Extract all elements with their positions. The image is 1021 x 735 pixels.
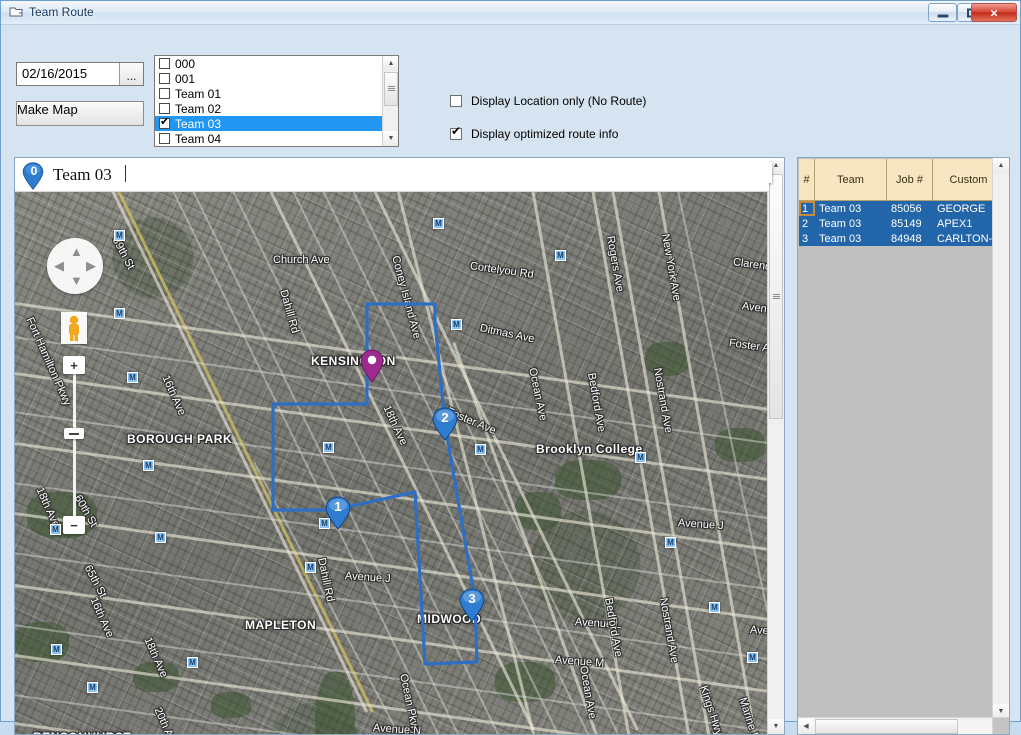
team-checkbox[interactable]	[159, 116, 170, 129]
team-checkbox[interactable]	[159, 73, 170, 84]
team-list-item-label: Team 04	[175, 131, 222, 146]
origin-marker[interactable]	[359, 349, 385, 383]
close-icon: ×	[990, 5, 998, 20]
checkbox-box	[450, 125, 462, 140]
pan-left-icon[interactable]: ◀	[54, 259, 64, 272]
grid-column-header[interactable]: Job #	[887, 159, 933, 201]
map-scroll-down-icon[interactable]: ▼	[768, 719, 784, 734]
map-header: 0 Team 03	[15, 158, 769, 192]
route-overlay	[271, 302, 479, 666]
team-list-item[interactable]: Team 02	[155, 101, 398, 116]
map-panel-scrollbar[interactable]: ▲ ▼	[767, 158, 784, 734]
zoom-out-button[interactable]: −	[63, 516, 85, 534]
date-input[interactable]: 02/16/2015	[17, 63, 119, 85]
team-checkbox[interactable]	[159, 58, 170, 69]
slider-grip	[69, 432, 79, 435]
window-document-icon	[9, 7, 23, 17]
route-stop-number: 1	[334, 499, 342, 514]
scroll-down-icon[interactable]: ▼	[383, 131, 398, 146]
team-checklist-items: 000001Team 01Team 02Team 03Team 04	[155, 56, 398, 146]
pan-right-icon[interactable]: ▶	[86, 259, 96, 272]
minimize-icon	[937, 14, 948, 17]
team-list-item[interactable]: Team 01	[155, 86, 398, 101]
grid-horizontal-scrollbar[interactable]: ◀ ▶	[798, 717, 1009, 734]
team-list-item[interactable]: 000	[155, 56, 398, 71]
grid-cell[interactable]: Team 03	[815, 201, 887, 216]
display-location-only-checkbox[interactable]: Display Location only (No Route)	[450, 94, 646, 108]
display-optimized-route-checkbox[interactable]: Display optimized route info	[450, 125, 619, 141]
team-list-item[interactable]: Team 03	[155, 116, 398, 131]
team-list-item-label: 001	[175, 71, 196, 86]
grid-cell[interactable]: 2	[799, 216, 815, 231]
route-stop-marker[interactable]: 1	[325, 496, 351, 530]
team-list-item[interactable]: Team 04	[155, 131, 398, 146]
scroll-thumb-grip	[772, 293, 780, 300]
zoom-in-button[interactable]: +	[63, 356, 85, 374]
map-panel[interactable]: 0 Team 03 39th St Church Ave Dahill Rd Cone…	[14, 157, 785, 735]
team-checklist[interactable]: 000001Team 01Team 02Team 03Team 04 ▲ ▼	[154, 55, 399, 147]
scroll-up-icon[interactable]: ▲	[383, 56, 398, 71]
pan-up-icon[interactable]: ▲	[70, 245, 83, 258]
grid-empty-area	[799, 201, 977, 726]
route-stop-marker[interactable]: 2	[432, 407, 458, 441]
grid-cell[interactable]: Team 03	[815, 231, 887, 246]
display-location-only-label: Display Location only (No Route)	[471, 94, 647, 108]
minimize-button[interactable]	[928, 3, 957, 22]
team-list-item-label: Team 02	[175, 101, 222, 116]
pegman-streetview-icon[interactable]	[61, 312, 87, 344]
grid-cell[interactable]: 85149	[887, 216, 933, 231]
zoom-slider-track[interactable]	[73, 364, 76, 526]
map-header-title: Team 03	[53, 165, 112, 184]
route-stop-marker[interactable]: 3	[459, 588, 485, 622]
grid-row[interactable]: 1 Team 03 85056 GEORGE	[799, 201, 1005, 216]
map-scroll-thumb[interactable]	[769, 174, 783, 419]
date-field[interactable]: 02/16/2015 ...	[16, 62, 144, 86]
grid-vertical-scrollbar[interactable]: ▲ ▼	[992, 158, 1009, 719]
team-checkbox[interactable]	[159, 133, 170, 144]
team-list-item-label: Team 01	[175, 86, 222, 101]
scroll-thumb-grip	[387, 86, 395, 92]
grid-column-header[interactable]: #	[799, 159, 815, 201]
close-button[interactable]: ×	[971, 3, 1017, 22]
pan-control[interactable]: ▲ ▼ ◀ ▶	[47, 238, 103, 294]
team-list-item-label: Team 03	[175, 116, 222, 131]
window-title: Team Route	[29, 5, 94, 19]
grid-scroll-left-icon[interactable]: ◀	[798, 718, 814, 734]
pan-down-icon[interactable]: ▼	[70, 274, 83, 287]
route-stop-number: 2	[441, 410, 449, 425]
text-caret	[125, 165, 126, 182]
zoom-slider-thumb[interactable]	[64, 428, 84, 439]
grid-hscroll-thumb[interactable]	[815, 718, 958, 734]
grid-row[interactable]: 2 Team 03 85149 APEX1	[799, 216, 1005, 231]
checkbox-box	[450, 95, 462, 107]
grid-row[interactable]: 3 Team 03 84948 CARLTON-	[799, 231, 1005, 246]
window-titlebar: Team Route ×	[1, 1, 1020, 25]
map-canvas[interactable]: 39th St Church Ave Dahill Rd Coney Island A…	[15, 192, 769, 734]
team-checklist-scrollbar[interactable]: ▲ ▼	[382, 56, 398, 146]
grid-cell[interactable]: 3	[799, 231, 815, 246]
display-optimized-route-label: Display optimized route info	[471, 127, 619, 141]
grid-cell[interactable]: Team 03	[815, 216, 887, 231]
team-checkbox[interactable]	[159, 88, 170, 99]
form-body: 02/16/2015 ... Make Map 000 001 Team 01 Tea…	[2, 26, 1020, 735]
team-checkbox[interactable]	[159, 103, 170, 114]
jobs-grid[interactable]: # Team Job # Custom 1 Team 03 85056 GEORGE 2 Tea…	[797, 157, 1010, 735]
grid-cell[interactable]: 84948	[887, 231, 933, 246]
team-list-item[interactable]: 001	[155, 71, 398, 86]
grid-header-row: # Team Job # Custom	[799, 159, 1005, 201]
grid-scroll-up-icon[interactable]: ▲	[993, 158, 1009, 173]
grid-scroll-corner	[992, 717, 1009, 734]
team-marker-number: 0	[30, 164, 38, 178]
grid-hscroll-track[interactable]	[958, 718, 995, 734]
grid-cell[interactable]: 85056	[887, 201, 933, 216]
zoom-slider[interactable]: + −	[63, 356, 85, 534]
route-stop-number: 3	[468, 591, 476, 606]
team-route-window: Team Route × 02/16/2015 ... Make Map 000…	[0, 0, 1021, 735]
grid-cell[interactable]: 1	[799, 201, 815, 216]
team-checklist-scroll-thumb[interactable]	[384, 72, 398, 106]
make-map-button[interactable]: Make Map	[16, 101, 144, 126]
team-list-item-label: 000	[175, 56, 196, 71]
grid-column-header[interactable]: Team	[815, 159, 887, 201]
date-picker-button[interactable]: ...	[119, 63, 143, 85]
